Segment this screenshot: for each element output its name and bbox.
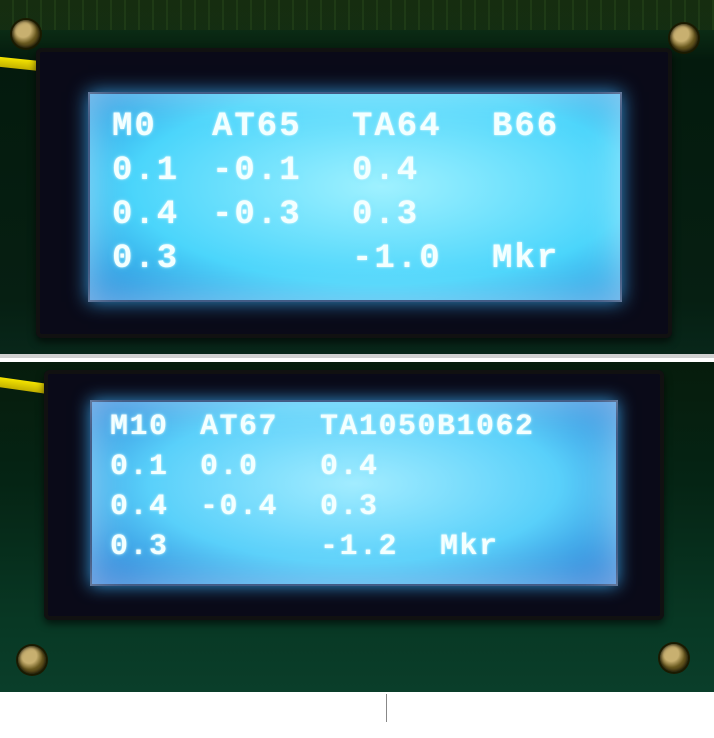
photo-bottom: M10 AT67 TA1050B1062 0.1 0.0 0.4 0.4 -0.… [0,362,714,692]
lcd-row-3: 0.3 -1.0 Mkr [112,242,602,286]
lcd-cell: 0.3 [352,198,492,242]
lcd-cell: -0.3 [212,198,352,242]
lcd-screen-top: M0 AT65 TA64 B66 0.1 -0.1 0.4 0.4 -0.3 0… [88,92,622,302]
lcd-cell: 0.4 [110,492,200,532]
lcd-cell: -1.0 [352,242,492,286]
lcd-module-top: M0 AT65 TA64 B66 0.1 -0.1 0.4 0.4 -0.3 0… [36,48,672,338]
lcd-cell [200,532,320,572]
lcd-cell: TA64 [352,110,492,154]
lcd-cell: -0.1 [212,154,352,198]
lcd-cell: 0.1 [110,452,200,492]
pcb-edge [0,0,714,30]
lcd-screen-bottom: M10 AT67 TA1050B1062 0.1 0.0 0.4 0.4 -0.… [90,400,618,586]
lcd-cell [212,242,352,286]
lcd-cell: 0.3 [110,532,200,572]
lcd-cell: TA1050B1062 [320,412,535,452]
lcd-row-2: 0.4 -0.4 0.3 [110,492,600,532]
lcd-cell: 0.3 [320,492,440,532]
lcd-cell: AT65 [212,110,352,154]
lcd-cell: Mkr [440,532,499,572]
lcd-cell: 0.0 [200,452,320,492]
lcd-cell: 0.4 [352,154,492,198]
lcd-cell: B66 [492,110,559,154]
lcd-cell: 0.4 [112,198,212,242]
mounting-hole [670,24,698,52]
lcd-row-3: 0.3 -1.2 Mkr [110,532,600,572]
lcd-row-1: 0.1 -0.1 0.4 [112,154,602,198]
lcd-row-0: M0 AT65 TA64 B66 [112,110,602,154]
photo-top: M0 AT65 TA64 B66 0.1 -0.1 0.4 0.4 -0.3 0… [0,0,714,358]
lcd-row-2: 0.4 -0.3 0.3 [112,198,602,242]
lcd-cell: Mkr [492,242,559,286]
mounting-hole [660,644,688,672]
lcd-cell: M10 [110,412,200,452]
mounting-hole [18,646,46,674]
lcd-module-bottom: M10 AT67 TA1050B1062 0.1 0.0 0.4 0.4 -0.… [44,370,664,620]
lcd-cell: -1.2 [320,532,440,572]
lcd-cell: AT67 [200,412,320,452]
lcd-cell: 0.1 [112,154,212,198]
lcd-row-1: 0.1 0.0 0.4 [110,452,600,492]
lcd-row-0: M10 AT67 TA1050B1062 [110,412,600,452]
lcd-cell: -0.4 [200,492,320,532]
lcd-cell: 0.3 [112,242,212,286]
lcd-cell: M0 [112,110,212,154]
mounting-hole [12,20,40,48]
blank-margin [0,692,714,732]
lcd-cell: 0.4 [320,452,440,492]
